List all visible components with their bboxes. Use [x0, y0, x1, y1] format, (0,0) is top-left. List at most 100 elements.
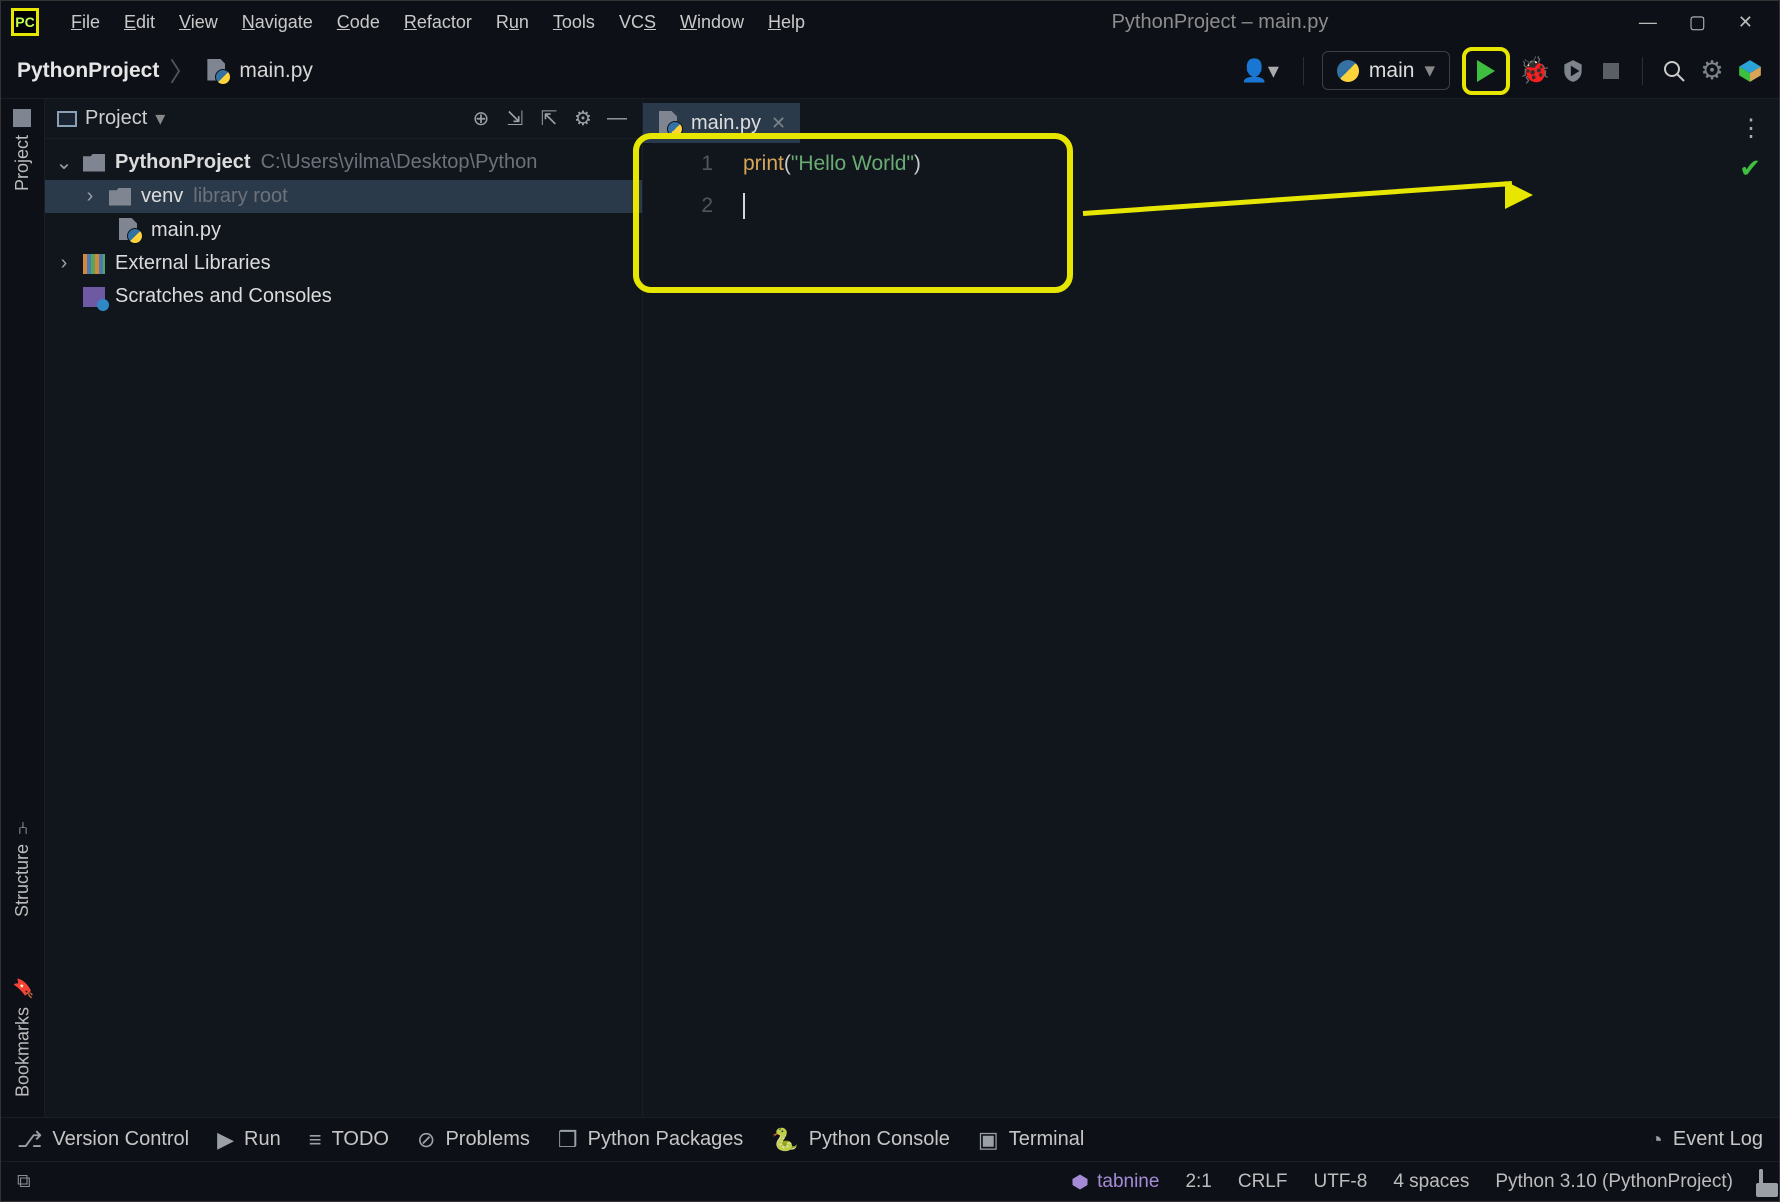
menu-bar: PC File Edit View Navigate Code Refactor…	[1, 1, 1779, 43]
structure-icon: ⑂	[12, 818, 33, 836]
editor-tab-label: main.py	[691, 112, 761, 135]
menu-window[interactable]: Window	[668, 6, 756, 39]
python-file-icon	[117, 218, 141, 242]
separator	[1303, 57, 1304, 85]
tree-main-file[interactable]: main.py	[45, 213, 642, 247]
tree-venv-tag: library root	[193, 185, 287, 208]
editor-area: main.py ✕ ⋮ 1 2 print("Hello World") ✔	[643, 99, 1779, 1117]
menu-vcs[interactable]: VCS	[607, 6, 668, 39]
project-tool-window: Project ▾ ⊕ ⇲ ⇱ ⚙ — ⌄ PythonProject C:\U…	[45, 99, 643, 1117]
select-opened-file-button[interactable]: ⊕	[468, 106, 494, 132]
editor-more-button[interactable]: ⋮	[1723, 114, 1779, 143]
bookmark-icon: 🔖	[12, 977, 34, 999]
editor-tab-bar: main.py ✕ ⋮	[643, 99, 1779, 143]
event-log-icon: ◔	[1650, 1127, 1663, 1153]
status-tabnine[interactable]: tabnine	[1071, 1171, 1159, 1193]
project-panel-title[interactable]: Project	[85, 107, 147, 130]
collapse-all-button[interactable]: ⇱	[536, 106, 562, 132]
packages-icon: ❒	[558, 1127, 578, 1153]
status-windows-icon[interactable]: ⧉	[17, 1171, 31, 1193]
jetbrains-toolbox-icon[interactable]	[1737, 58, 1763, 84]
menu-view[interactable]: View	[167, 6, 230, 39]
separator	[1642, 57, 1643, 85]
tree-venv-name: venv	[141, 185, 183, 208]
tool-label: Problems	[445, 1128, 529, 1151]
status-line-separator[interactable]: CRLF	[1238, 1171, 1288, 1193]
code-content: print("Hello World")	[743, 143, 1779, 227]
hide-panel-button[interactable]: —	[604, 106, 630, 132]
menu-code[interactable]: Code	[325, 6, 392, 39]
settings-button[interactable]: ⚙	[1699, 58, 1725, 84]
status-encoding[interactable]: UTF-8	[1313, 1171, 1367, 1193]
stop-button[interactable]	[1598, 58, 1624, 84]
menu-edit[interactable]: Edit	[112, 6, 167, 39]
run-coverage-button[interactable]	[1560, 58, 1586, 84]
tool-run[interactable]: ▶Run	[217, 1127, 281, 1153]
tool-python-packages[interactable]: ❒Python Packages	[558, 1127, 743, 1153]
tool-problems[interactable]: ⊘ Problems	[417, 1127, 530, 1153]
tool-python-console[interactable]: 🐍Python Console	[771, 1127, 950, 1153]
tool-todo[interactable]: ≡ TODO	[309, 1127, 389, 1153]
tree-external-label: External Libraries	[115, 252, 271, 275]
status-readonly-icon[interactable]	[1759, 1171, 1763, 1193]
window-controls: — ▢ ✕	[1623, 12, 1769, 33]
minimize-button[interactable]: —	[1639, 12, 1657, 33]
breadcrumb-file[interactable]: main.py	[239, 59, 313, 83]
status-interpreter[interactable]: Python 3.10 (PythonProject)	[1495, 1171, 1733, 1193]
menu-tools[interactable]: Tools	[541, 6, 607, 39]
chevron-down-icon[interactable]: ▾	[155, 106, 165, 131]
scratches-icon	[83, 287, 105, 307]
tool-label: TODO	[332, 1128, 389, 1151]
inspection-ok-icon[interactable]: ✔	[1739, 153, 1761, 184]
ide-window: PC File Edit View Navigate Code Refactor…	[0, 0, 1780, 1202]
status-caret-position[interactable]: 2:1	[1185, 1171, 1211, 1193]
maximize-button[interactable]: ▢	[1689, 12, 1706, 33]
rail-bookmarks[interactable]: Bookmarks 🔖	[12, 977, 34, 1097]
tool-label: Python Console	[809, 1128, 950, 1151]
run-configuration-selector[interactable]: main ▾	[1322, 51, 1450, 90]
breadcrumb-project[interactable]: PythonProject	[17, 59, 159, 83]
chevron-down-icon: ▾	[1424, 58, 1435, 83]
close-button[interactable]: ✕	[1738, 12, 1753, 33]
vcs-icon: ⎇	[17, 1127, 42, 1153]
list-icon: ≡	[309, 1127, 322, 1153]
warning-icon: ⊘	[417, 1127, 435, 1153]
editor-gutter: 1 2	[643, 143, 733, 227]
tree-project-root[interactable]: ⌄ PythonProject C:\Users\yilma\Desktop\P…	[45, 145, 642, 180]
expand-all-button[interactable]: ⇲	[502, 106, 528, 132]
tool-event-log[interactable]: ◔Event Log	[1650, 1127, 1763, 1153]
rail-project[interactable]: Project	[12, 109, 33, 191]
search-button[interactable]	[1661, 58, 1687, 84]
terminal-icon: ▣	[978, 1127, 999, 1153]
play-icon	[1477, 60, 1495, 82]
run-button[interactable]	[1462, 47, 1510, 95]
run-config-name: main	[1369, 59, 1415, 83]
tool-label: Version Control	[52, 1128, 189, 1151]
panel-settings-button[interactable]: ⚙	[570, 106, 596, 132]
folder-icon	[109, 188, 131, 206]
line-number: 2	[643, 185, 713, 227]
rail-structure[interactable]: Structure ⑂	[12, 818, 33, 917]
tool-terminal[interactable]: ▣Terminal	[978, 1127, 1084, 1153]
chevron-down-icon: ⌄	[55, 150, 73, 175]
editor-tab-main[interactable]: main.py ✕	[643, 103, 800, 143]
tree-venv[interactable]: › venv library root	[45, 180, 642, 213]
menu-help[interactable]: Help	[756, 6, 817, 39]
code-editor[interactable]: 1 2 print("Hello World") ✔	[643, 143, 1779, 1117]
tree-external-libraries[interactable]: › External Libraries	[45, 247, 642, 280]
user-icon[interactable]: 👤▾	[1234, 58, 1284, 84]
menu-file[interactable]: File	[59, 6, 112, 39]
chevron-right-icon: ›	[55, 252, 73, 275]
menu-refactor[interactable]: Refactor	[392, 6, 484, 39]
debug-button[interactable]: 🐞	[1522, 58, 1548, 84]
status-indent[interactable]: 4 spaces	[1393, 1171, 1469, 1193]
text-cursor	[743, 193, 745, 219]
menu-run[interactable]: Run	[484, 6, 541, 39]
python-file-icon	[205, 59, 229, 83]
project-panel-header: Project ▾ ⊕ ⇲ ⇱ ⚙ —	[45, 99, 642, 139]
close-tab-icon[interactable]: ✕	[771, 113, 786, 134]
tree-scratches[interactable]: Scratches and Consoles	[45, 280, 642, 313]
python-icon	[1337, 60, 1359, 82]
tool-version-control[interactable]: ⎇ Version Control	[17, 1127, 189, 1153]
menu-navigate[interactable]: Navigate	[230, 6, 325, 39]
